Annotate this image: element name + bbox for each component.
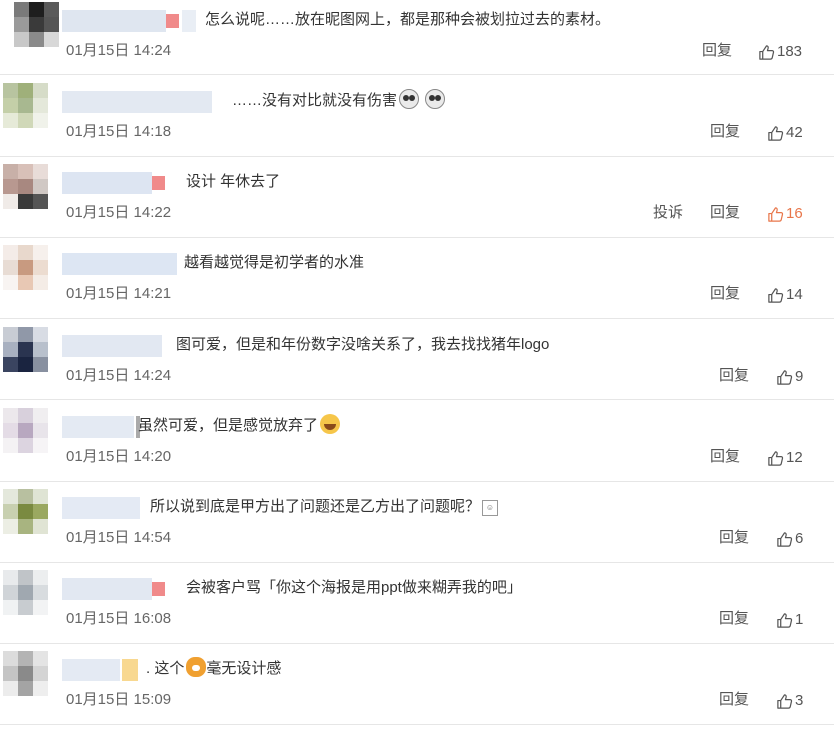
- comment-text: . 这个 毫无设计感: [146, 657, 281, 681]
- avatar[interactable]: [3, 408, 49, 454]
- like-count: 42: [786, 124, 803, 141]
- reply-button[interactable]: 回复: [710, 202, 740, 224]
- shock-face-icon: [425, 89, 446, 109]
- like-button[interactable]: 42: [767, 122, 803, 144]
- comment-item: 图可爱，但是和年份数字没啥关系了，我去找找猪年logo 01月15日 14:24…: [0, 325, 834, 406]
- like-button[interactable]: 9: [776, 366, 803, 388]
- reply-button[interactable]: 回复: [719, 527, 749, 549]
- comment-item: 怎么说呢……放在昵图网上，都是那种会被划拉过去的素材。 01月15日 14:24…: [0, 0, 834, 81]
- reply-button[interactable]: 回复: [710, 283, 740, 305]
- divider: [0, 318, 834, 319]
- like-button[interactable]: 14: [767, 284, 803, 306]
- thumbs-up-icon: [777, 369, 793, 385]
- comment-time: 01月15日 14:21: [66, 285, 172, 302]
- like-count: 16: [786, 205, 803, 222]
- comment-text: 越看越觉得是初学者的水准: [184, 254, 365, 271]
- username-blurred[interactable]: [62, 172, 182, 194]
- comment-time: 01月15日 14:18: [66, 123, 172, 140]
- reply-button[interactable]: 回复: [710, 121, 740, 143]
- username-blurred[interactable]: [62, 10, 202, 32]
- username-blurred[interactable]: [62, 253, 182, 275]
- comment-item: 越看越觉得是初学者的水准 01月15日 14:21 回复 14: [0, 243, 834, 324]
- comment-item: 所以说到底是甲方出了问题还是乙方出了问题呢？ ☺ 01月15日 14:54 回复 …: [0, 487, 834, 568]
- like-button[interactable]: 183: [758, 41, 802, 63]
- thumbs-up-icon: [768, 450, 784, 466]
- comment-item: 虽然可爱，但是感觉放弃了 01月15日 14:20 回复 12: [0, 406, 834, 487]
- reply-button[interactable]: 回复: [719, 365, 749, 387]
- divider: [0, 562, 834, 563]
- comment-text: 图可爱，但是和年份数字没啥关系了，我去找找猪年logo: [176, 336, 550, 353]
- divider: [0, 643, 834, 644]
- username-blurred[interactable]: [62, 497, 142, 519]
- username-blurred[interactable]: [62, 659, 152, 681]
- avatar[interactable]: [3, 83, 49, 129]
- like-button[interactable]: 6: [776, 528, 803, 550]
- like-count: 183: [777, 43, 803, 60]
- like-count: 12: [786, 449, 803, 466]
- divider: [0, 237, 834, 238]
- comment-time: 01月15日 14:24: [66, 367, 172, 384]
- like-count: 1: [795, 611, 804, 628]
- avatar[interactable]: [3, 164, 49, 210]
- divider: [0, 724, 834, 725]
- thumbs-up-icon: [777, 693, 793, 709]
- comment-text: 怎么说呢……放在昵图网上，都是那种会被划拉过去的素材。: [205, 11, 611, 28]
- thumbs-up-icon: [777, 531, 793, 547]
- avatar[interactable]: [14, 2, 60, 48]
- comment-time: 01月15日 14:20: [66, 448, 172, 465]
- username-blurred[interactable]: [62, 416, 142, 438]
- thumbs-up-icon: [768, 206, 784, 222]
- avatar[interactable]: [3, 489, 49, 535]
- small-emoticon-icon: ☺: [482, 500, 499, 516]
- thumbs-up-icon: [768, 287, 784, 303]
- comment-item: . 这个 毫无设计感 01月15日 15:09 回复 3: [0, 649, 834, 730]
- avatar[interactable]: [3, 245, 49, 291]
- laughing-tears-icon: [320, 414, 341, 434]
- comment-time: 01月15日 14:54: [66, 529, 172, 546]
- tiger-face-icon: [186, 657, 207, 677]
- like-button[interactable]: 3: [776, 690, 803, 712]
- comment-item: 设计 年休去了 01月15日 14:22 投诉 回复 16: [0, 162, 834, 243]
- comment-item: ……没有对比就没有伤害 01月15日 14:18 回复 42: [0, 81, 834, 162]
- like-count: 9: [795, 368, 804, 385]
- like-count: 6: [795, 530, 804, 547]
- reply-button[interactable]: 回复: [719, 608, 749, 630]
- avatar[interactable]: [3, 327, 49, 373]
- comment-time: 01月15日 14:22: [66, 204, 172, 221]
- comment-text: ……没有对比就没有伤害: [232, 89, 446, 113]
- report-button[interactable]: 投诉: [653, 202, 683, 224]
- thumbs-up-icon: [759, 44, 775, 60]
- like-count: 3: [795, 692, 804, 709]
- reply-button[interactable]: 回复: [702, 40, 732, 62]
- divider: [0, 399, 834, 400]
- comment-text: 会被客户骂「你这个海报是用ppt做来糊弄我的吧」: [186, 579, 522, 596]
- username-blurred[interactable]: [62, 91, 227, 113]
- thumbs-up-icon: [768, 125, 784, 141]
- comment-time: 01月15日 15:09: [66, 691, 172, 708]
- thumbs-up-icon: [777, 612, 793, 628]
- like-button[interactable]: 1: [776, 609, 803, 631]
- comment-item: 会被客户骂「你这个海报是用ppt做来糊弄我的吧」 01月15日 16:08 回复…: [0, 568, 834, 649]
- comment-time: 01月15日 14:24: [66, 42, 172, 59]
- username-blurred[interactable]: [62, 578, 172, 600]
- divider: [0, 74, 834, 75]
- comment-text: 设计 年休去了: [186, 173, 281, 190]
- shock-face-icon: [399, 89, 420, 109]
- like-button[interactable]: 12: [767, 447, 803, 469]
- reply-button[interactable]: 回复: [710, 446, 740, 468]
- avatar[interactable]: [3, 570, 49, 616]
- divider: [0, 481, 834, 482]
- like-button[interactable]: 16: [767, 203, 803, 225]
- reply-button[interactable]: 回复: [719, 689, 749, 711]
- divider: [0, 156, 834, 157]
- comment-text: 所以说到底是甲方出了问题还是乙方出了问题呢？ ☺: [150, 495, 499, 519]
- like-count: 14: [786, 286, 803, 303]
- username-blurred[interactable]: [62, 335, 167, 357]
- comment-text: 虽然可爱，但是感觉放弃了: [138, 414, 341, 438]
- comment-time: 01月15日 16:08: [66, 610, 172, 627]
- avatar[interactable]: [3, 651, 49, 697]
